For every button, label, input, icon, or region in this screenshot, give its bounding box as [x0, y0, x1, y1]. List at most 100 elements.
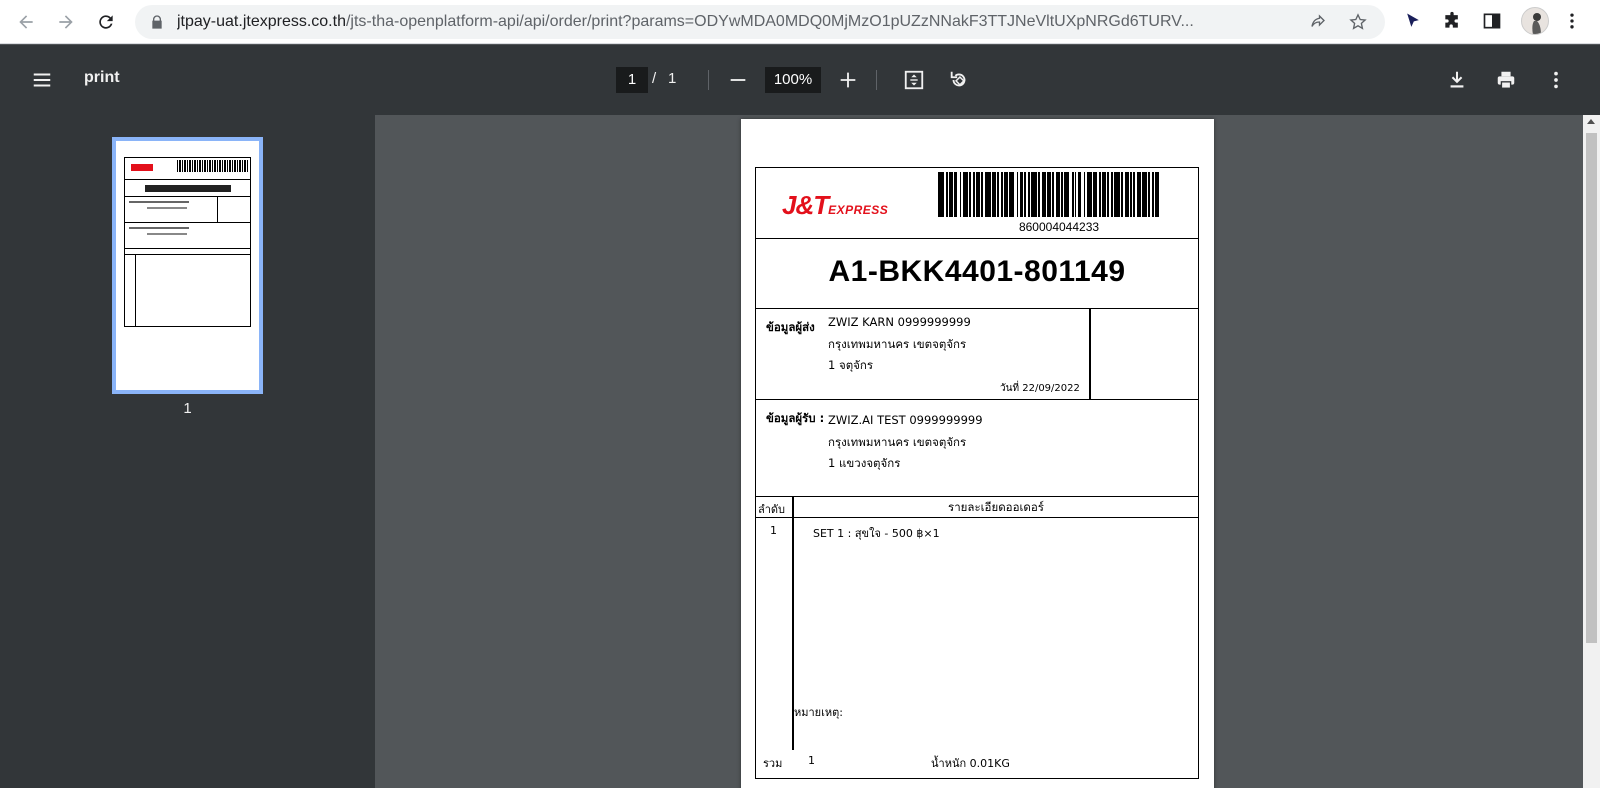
arrow-right-icon — [59, 15, 73, 29]
waybill-label: J&TEXPRESS 860004044233 A1-BKK4401-80114… — [755, 167, 1199, 779]
barcode-bar — [1028, 172, 1031, 217]
page-separator: / — [652, 70, 657, 87]
barcode-bar — [969, 172, 972, 217]
total-label: รวม — [763, 757, 783, 770]
forward-button[interactable] — [52, 8, 80, 36]
barcode-bar — [938, 172, 944, 217]
remark-label: หมายเหตุ: — [794, 706, 843, 719]
sender-city-district: กรุงเทพมหานคร เขตจตุจักร — [828, 337, 967, 351]
total-quantity: 1 — [808, 754, 815, 767]
receiver-name-phone: ZWIZ.AI TEST 0999999999 — [828, 413, 983, 427]
waybill-header: J&TEXPRESS 860004044233 — [756, 168, 1198, 239]
pdf-viewer[interactable]: J&TEXPRESS 860004044233 A1-BKK4401-80114… — [375, 115, 1600, 788]
column-detail-header: รายละเอียดออเดอร์ — [948, 500, 1044, 514]
sender-section: ข้อมูลผู้ส่ง ZWIZ KARN 0999999999 กรุงเท… — [756, 309, 1198, 400]
barcode-bar — [1155, 172, 1160, 217]
receiver-section: ข้อมูลผู้รับ : ZWIZ.AI TEST 0999999999 ก… — [756, 400, 1198, 497]
page-number-input[interactable]: 1 — [616, 67, 648, 93]
barcode-bar — [1024, 172, 1027, 217]
sender-divider — [1089, 309, 1091, 399]
kebab-menu-icon — [1554, 71, 1558, 89]
order-code-section: A1-BKK4401-801149 — [756, 239, 1198, 309]
receiver-city-district: กรุงเทพมหานคร เขตจตุจักร — [828, 435, 967, 449]
item-row-number: 1 — [770, 524, 777, 537]
kebab-menu-icon — [1570, 13, 1574, 29]
sender-label: ข้อมูลผู้ส่ง — [766, 320, 815, 334]
barcode-bar — [1063, 172, 1070, 217]
scroll-up-arrow-icon[interactable] — [1587, 119, 1595, 124]
jt-express-logo: J&TEXPRESS — [782, 190, 889, 220]
arrow-left-icon — [19, 15, 33, 29]
download-icon — [1450, 71, 1464, 88]
barcode-bar — [1000, 172, 1003, 217]
address-bar[interactable]: jtpay-uat.jtexpress.co.th/jts-tha-openpl… — [135, 5, 1385, 39]
extension-cursor-icon[interactable] — [1402, 10, 1424, 32]
barcode-bar — [976, 172, 981, 217]
download-button[interactable] — [1445, 68, 1469, 92]
more-actions-button[interactable] — [1544, 68, 1568, 92]
print-button[interactable] — [1494, 68, 1518, 92]
barcode-bar — [1114, 172, 1120, 217]
barcode-bar — [1071, 172, 1074, 217]
browser-bar: jtpay-uat.jtexpress.co.th/jts-tha-openpl… — [0, 0, 1600, 44]
barcode-bar — [996, 172, 999, 217]
tracking-barcode — [938, 172, 1180, 217]
barcode-bar — [1047, 172, 1051, 217]
tracking-number: 860004044233 — [1018, 220, 1100, 234]
receiver-address: 1 แขวงจตุจักร — [828, 456, 901, 470]
back-button[interactable] — [12, 8, 40, 36]
user-silhouette-icon — [1532, 13, 1541, 34]
barcode-bar — [1093, 172, 1097, 217]
barcode-bar — [1051, 172, 1054, 217]
thumbnail-sidebar: 1 — [0, 115, 375, 788]
barcode-bar — [981, 172, 984, 217]
barcode-bar — [945, 172, 948, 217]
page-total: 1 — [668, 70, 677, 87]
ship-date: วันที่ 22/09/2022 — [1000, 383, 1080, 394]
zoom-input[interactable]: 100% — [765, 67, 821, 93]
fit-page-icon — [904, 70, 924, 90]
sender-address: 1 จตุจักร — [828, 358, 874, 372]
barcode-bar — [1120, 172, 1123, 217]
scroll-thumb[interactable] — [1586, 133, 1597, 643]
thumbnail-page-number: 1 — [183, 400, 192, 417]
barcode-bar — [1107, 172, 1109, 217]
barcode-bar — [1003, 172, 1008, 217]
barcode-bar — [1077, 172, 1082, 217]
barcode-bar — [1099, 172, 1102, 217]
barcode-bar — [1083, 172, 1086, 217]
side-panel-icon[interactable] — [1481, 10, 1503, 32]
rotate-icon — [950, 71, 966, 87]
reload-button[interactable] — [92, 8, 120, 36]
barcode-bar — [973, 172, 976, 217]
package-weight: น้ำหนัก 0.01KG — [931, 757, 1010, 770]
zoom-out-button[interactable] — [726, 68, 750, 92]
page-thumbnail[interactable] — [112, 137, 263, 394]
bookmark-star-icon[interactable] — [1349, 13, 1367, 31]
items-header: ลำดับ รายละเอียดออเดอร์ — [756, 497, 1198, 518]
barcode-bar — [1102, 172, 1106, 217]
barcode-bar — [991, 172, 996, 217]
barcode-bar — [1016, 172, 1019, 217]
sidebar-toggle-button[interactable] — [30, 68, 54, 92]
extensions-puzzle-icon[interactable] — [1441, 10, 1463, 32]
vertical-scrollbar[interactable] — [1583, 115, 1600, 788]
toolbar-divider — [876, 70, 877, 90]
barcode-bar — [948, 172, 953, 217]
barcode-bar — [1111, 172, 1113, 217]
browser-menu-button[interactable] — [1561, 10, 1583, 32]
barcode-bar — [1038, 172, 1040, 217]
barcode-bar — [1019, 172, 1024, 217]
share-icon[interactable] — [1309, 13, 1327, 31]
item-row-detail: SET 1 : สุขใจ - 500 ฿×1 — [813, 527, 940, 540]
fit-to-page-button[interactable] — [902, 68, 926, 92]
sender-name-phone: ZWIZ KARN 0999999999 — [828, 315, 971, 329]
rotate-button[interactable] — [947, 68, 971, 92]
pdf-page: J&TEXPRESS 860004044233 A1-BKK4401-80114… — [741, 119, 1214, 788]
minus-icon — [730, 79, 746, 81]
profile-avatar[interactable] — [1521, 7, 1549, 35]
zoom-in-button[interactable] — [836, 68, 860, 92]
plus-icon — [840, 72, 856, 88]
barcode-bar — [1031, 172, 1038, 217]
barcode-bar — [1060, 172, 1063, 217]
